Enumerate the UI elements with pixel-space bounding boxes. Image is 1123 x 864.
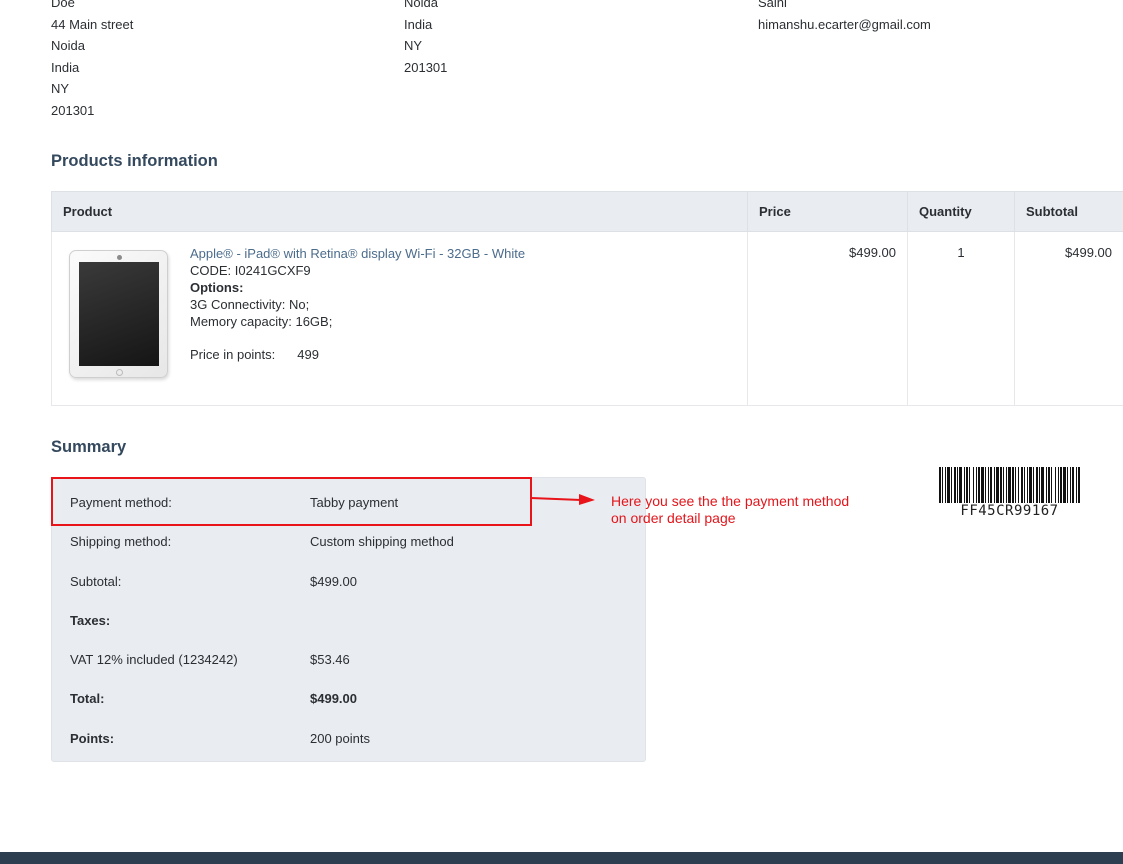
address-line: India <box>404 16 433 32</box>
address-line: Noida <box>51 38 85 54</box>
shipping-address: Noida India NY 201301 <box>404 0 447 78</box>
points-value: 499 <box>297 347 319 362</box>
points-value: 200 points <box>310 731 370 746</box>
vat-label: VAT 12% included (1234242) <box>70 652 238 667</box>
product-quantity: 1 <box>907 231 1015 406</box>
customer-email: himanshu.ecarter@gmail.com <box>758 16 931 32</box>
product-subtotal: $499.00 <box>1014 231 1123 406</box>
address-line: Noida <box>404 0 438 10</box>
table-header-row: Product Price Quantity Subtotal <box>51 191 1123 232</box>
billing-address: Doe 44 Main street Noida India NY 201301 <box>51 0 133 122</box>
address-line: NY <box>51 81 70 97</box>
total-value: $499.00 <box>310 691 357 706</box>
barcode-icon <box>939 467 1080 503</box>
address-line: 201301 <box>404 59 448 75</box>
column-header-quantity: Quantity <box>907 191 1015 232</box>
annotation-arrow-icon <box>531 494 595 505</box>
customer-name: Saini <box>758 0 787 10</box>
home-button-dot <box>116 369 123 376</box>
annotation-line: on order detail page <box>611 510 736 526</box>
address-line: 44 Main street <box>51 16 134 32</box>
summary-section-title: Summary <box>51 438 127 456</box>
annotation-text: Here you see the the payment method on o… <box>611 493 849 527</box>
product-cell: Apple® - iPad® with Retina® display Wi-F… <box>51 231 748 406</box>
product-option: 3G Connectivity: No; <box>190 297 310 312</box>
tablet-screen <box>79 262 159 366</box>
column-header-subtotal: Subtotal <box>1014 191 1123 232</box>
product-price: $499.00 <box>747 231 908 406</box>
total-label: Total: <box>70 691 105 706</box>
vat-value: $53.46 <box>310 652 350 667</box>
address-line: NY <box>404 38 423 54</box>
product-name-link[interactable]: Apple® - iPad® with Retina® display Wi-F… <box>190 246 525 261</box>
product-code: CODE: I0241GCXF9 <box>190 263 311 278</box>
taxes-label: Taxes: <box>70 613 111 628</box>
customer-info: Saini himanshu.ecarter@gmail.com <box>758 0 931 35</box>
product-option: Memory capacity: 16GB; <box>190 314 333 329</box>
camera-dot <box>117 255 122 260</box>
shipping-method-value: Custom shipping method <box>310 534 454 549</box>
column-header-price: Price <box>747 191 908 232</box>
price-in-points: Price in points: 499 <box>190 346 525 363</box>
product-details: Apple® - iPad® with Retina® display Wi-F… <box>190 245 525 363</box>
shipping-method-label: Shipping method: <box>70 534 172 549</box>
subtotal-value: $499.00 <box>310 574 357 589</box>
points-label: Price in points: <box>190 347 276 362</box>
annotation-highlight-box <box>51 477 532 526</box>
products-table: Product Price Quantity Subtotal Apple® -… <box>51 191 1123 406</box>
address-line: India <box>51 59 80 75</box>
products-section-title: Products information <box>51 152 218 170</box>
column-header-product: Product <box>51 191 748 232</box>
table-row: Apple® - iPad® with Retina® display Wi-F… <box>51 231 1123 406</box>
address-line: Doe <box>51 0 75 10</box>
options-label: Options: <box>190 280 244 295</box>
points-label: Points: <box>70 731 115 746</box>
subtotal-label: Subtotal: <box>70 574 122 589</box>
page-footer <box>0 852 1123 864</box>
barcode-number: FF45CR99167 <box>960 503 1059 519</box>
annotation-line: Here you see the the payment method <box>611 493 850 509</box>
address-line: 201301 <box>51 102 95 118</box>
ipad-image[interactable] <box>69 250 168 378</box>
